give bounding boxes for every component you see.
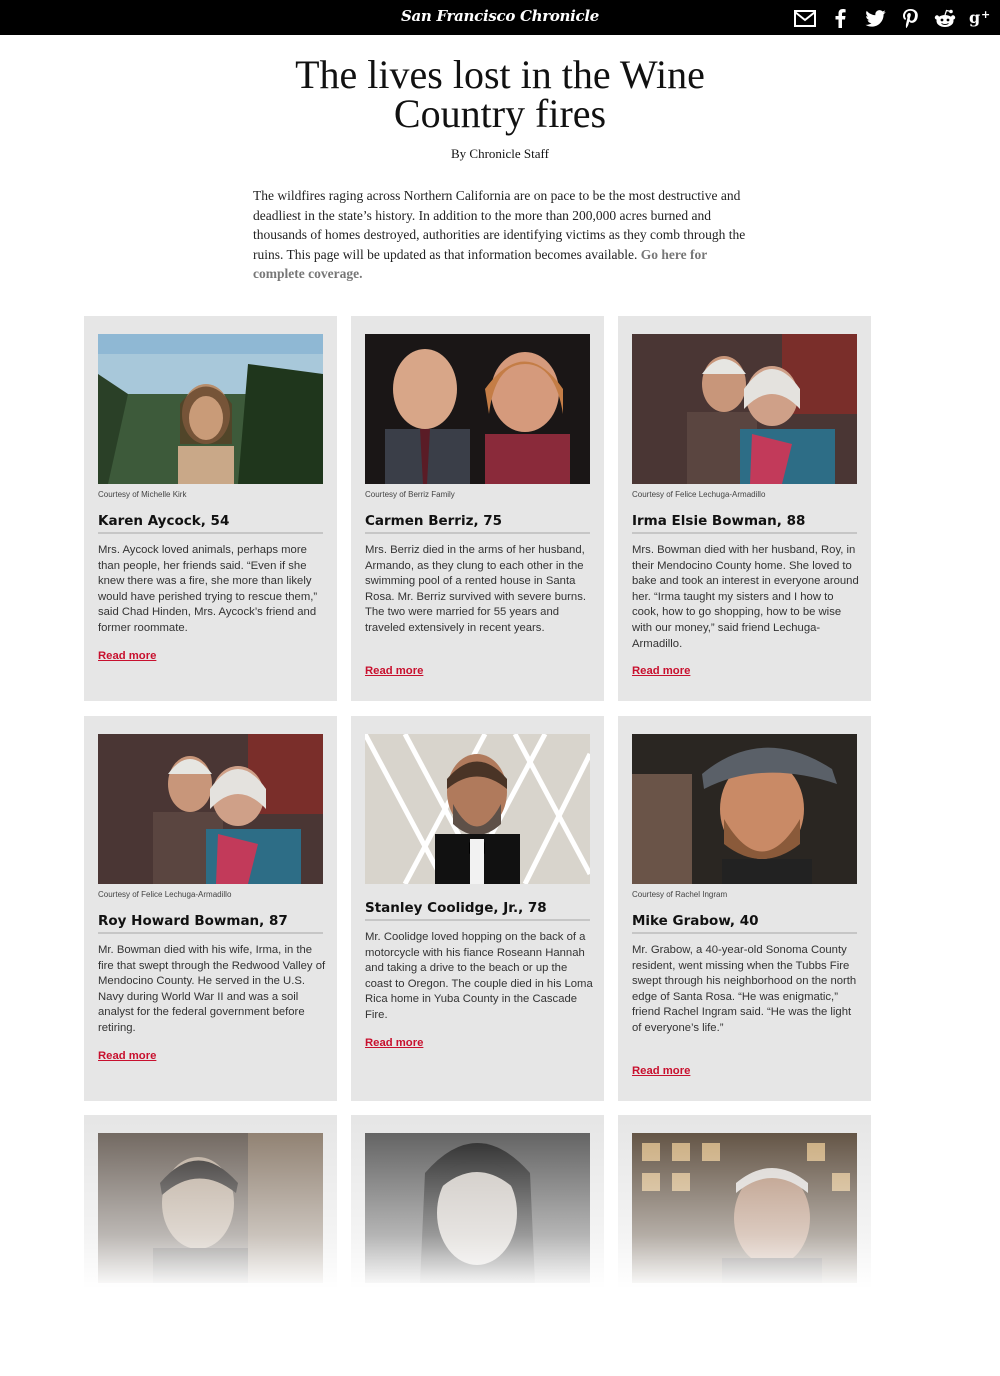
victim-card bbox=[84, 1115, 337, 1315]
email-icon[interactable] bbox=[793, 6, 817, 30]
photo-credit: Courtesy of Rachel Ingram bbox=[632, 890, 728, 899]
victim-description: Mr. Coolidge loved hopping on the back o… bbox=[365, 931, 593, 1021]
intro-paragraph: The wildfires raging across Northern Cal… bbox=[253, 186, 747, 284]
victim-name: Irma Elsie Bowman, 88 bbox=[632, 513, 857, 534]
victim-card: Courtesy of Michelle Kirk Karen Aycock, … bbox=[84, 316, 337, 701]
victim-photo bbox=[365, 334, 590, 484]
victim-name: Karen Aycock, 54 bbox=[98, 513, 323, 534]
byline: By Chronicle Staff bbox=[451, 146, 549, 161]
read-more-link[interactable]: Read more bbox=[365, 1037, 423, 1049]
victim-photo bbox=[365, 734, 590, 884]
victim-name: Carmen Berriz, 75 bbox=[365, 513, 590, 534]
victim-card bbox=[351, 1115, 604, 1315]
victim-photo bbox=[365, 1133, 590, 1283]
read-more-link[interactable]: Read more bbox=[98, 650, 156, 662]
victim-photo bbox=[98, 734, 323, 884]
read-more-link[interactable]: Read more bbox=[632, 665, 690, 677]
victim-description: Mrs. Aycock loved animals, perhaps more … bbox=[98, 544, 318, 634]
victim-photo bbox=[98, 334, 323, 484]
victim-card: Courtesy of Felice Lechuga-Armadillo Irm… bbox=[618, 316, 871, 701]
victim-card bbox=[618, 1115, 871, 1315]
top-bar: San Francisco Chronicle g + bbox=[0, 0, 1000, 35]
victim-card: Courtesy of Berriz Family Carmen Berriz,… bbox=[351, 316, 604, 701]
victim-photo bbox=[98, 1133, 323, 1283]
twitter-icon[interactable] bbox=[863, 6, 887, 30]
read-more-link[interactable]: Read more bbox=[98, 1050, 156, 1062]
victim-description: Mr. Grabow, a 40-year-old Sonoma County … bbox=[632, 944, 857, 1034]
victim-name: Stanley Coolidge, Jr., 78 bbox=[365, 900, 590, 921]
victim-name: Mike Grabow, 40 bbox=[632, 913, 857, 934]
victim-photo bbox=[632, 734, 857, 884]
victim-description: Mrs. Berriz died in the arms of her husb… bbox=[365, 544, 586, 634]
pinterest-icon[interactable] bbox=[898, 6, 922, 30]
photo-credit: Courtesy of Berriz Family bbox=[365, 490, 455, 499]
read-more-link[interactable]: Read more bbox=[632, 1065, 690, 1077]
google-plus-icon[interactable]: g + bbox=[968, 6, 992, 30]
photo-credit: Courtesy of Michelle Kirk bbox=[98, 490, 187, 499]
victim-name: Roy Howard Bowman, 87 bbox=[98, 913, 323, 934]
photo-credit: Courtesy of Felice Lechuga-Armadillo bbox=[632, 490, 766, 499]
svg-text:+: + bbox=[981, 9, 990, 21]
victim-card: Courtesy of Rachel Ingram Mike Grabow, 4… bbox=[618, 716, 871, 1101]
victim-photo bbox=[632, 334, 857, 484]
victim-description: Mrs. Bowman died with her husband, Roy, … bbox=[632, 544, 859, 650]
photo-credit: Courtesy of Felice Lechuga-Armadillo bbox=[98, 890, 232, 899]
victim-card: Courtesy of Felice Lechuga-Armadillo Roy… bbox=[84, 716, 337, 1101]
victim-description: Mr. Bowman died with his wife, Irma, in … bbox=[98, 944, 326, 1034]
facebook-icon[interactable] bbox=[828, 6, 852, 30]
masthead-logo[interactable]: San Francisco Chronicle bbox=[400, 7, 600, 25]
read-more-link[interactable]: Read more bbox=[365, 665, 423, 677]
reddit-icon[interactable] bbox=[933, 6, 957, 30]
victim-photo bbox=[632, 1133, 857, 1283]
victim-card: Stanley Coolidge, Jr., 78 Mr. Coolidge l… bbox=[351, 716, 604, 1101]
svg-text:g: g bbox=[969, 9, 980, 27]
page-title: The lives lost in the Wine Country fires bbox=[295, 52, 705, 136]
share-icons: g + bbox=[793, 5, 992, 31]
